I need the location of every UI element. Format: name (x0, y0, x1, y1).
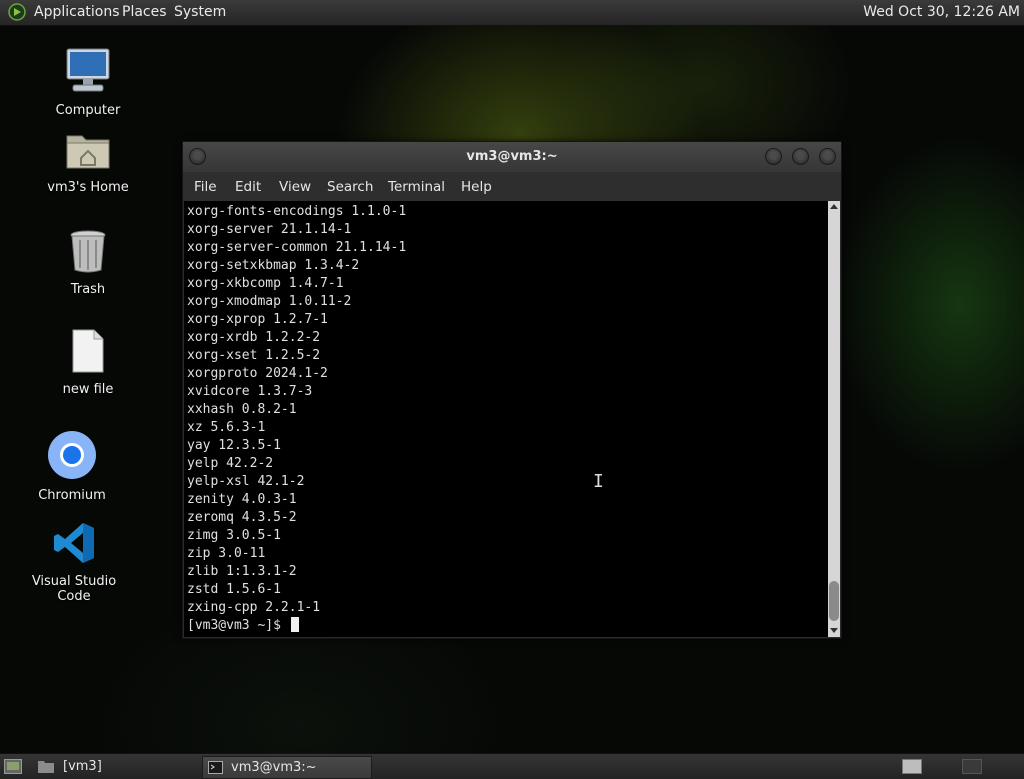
taskbar-item-label: [vm3] (63, 759, 102, 774)
terminal-line: xorg-xset 1.2.5-2 (187, 348, 321, 363)
terminal-line: zstd 1.5.6-1 (187, 582, 281, 597)
desktop-icon-trash[interactable]: Trash (33, 228, 143, 297)
terminal-scrollbar[interactable] (828, 201, 840, 637)
menu-help[interactable]: Help (461, 179, 492, 195)
terminal-line: xvidcore 1.3.7-3 (187, 384, 313, 399)
scroll-down-arrow-icon[interactable] (830, 628, 838, 633)
menu-edit[interactable]: Edit (235, 179, 261, 195)
places-menu[interactable]: Places (122, 4, 167, 20)
folder-icon (38, 761, 54, 773)
vscode-icon (54, 523, 94, 563)
desktop-icon-new-file[interactable]: new file (33, 328, 143, 397)
prompt-line[interactable]: [vm3@vm3 ~]$ (187, 617, 406, 635)
show-desktop-icon[interactable] (4, 759, 22, 774)
bottom-panel: [vm3] vm3@vm3:~ (0, 753, 1024, 779)
terminal-line: yelp 42.2-2 (187, 456, 274, 471)
desktop-icon-label: vm3's Home (47, 180, 129, 195)
terminal-line: zeromq 4.3.5-2 (187, 510, 297, 525)
trash-icon (70, 230, 106, 273)
desktop-icon-home[interactable]: vm3's Home (33, 128, 143, 195)
taskbar-item-files[interactable]: [vm3] (32, 756, 197, 777)
distro-logo-icon[interactable] (8, 3, 26, 21)
terminal-line: zlib 1:1.3.1-2 (187, 564, 297, 579)
text-cursor (290, 617, 299, 632)
terminal-line: xz 5.6.3-1 (187, 420, 266, 435)
terminal-line: yelp-xsl 42.1-2 (187, 474, 305, 489)
workspace-2-icon[interactable] (962, 759, 982, 774)
minimize-button[interactable] (765, 148, 782, 165)
shell-prompt: [vm3@vm3 ~]$ (187, 618, 289, 633)
terminal-line: xorg-setxkbmap 1.3.4-2 (187, 258, 360, 273)
menu-terminal[interactable]: Terminal (388, 179, 445, 195)
terminal-icon (208, 761, 223, 774)
terminal-line: xorg-server 21.1.14-1 (187, 222, 352, 237)
scroll-up-arrow-icon[interactable] (830, 204, 838, 209)
terminal-window[interactable]: vm3@vm3:~ File Edit View Search Terminal… (182, 141, 842, 639)
desktop-icon-label: Chromium (38, 488, 106, 503)
terminal-line: xxhash 0.8.2-1 (187, 402, 297, 417)
terminal-line: zenity 4.0.3-1 (187, 492, 297, 507)
terminal-output[interactable]: xorg-fonts-encodings 1.1.0-1 xorg-server… (184, 201, 828, 637)
computer-icon (66, 48, 110, 92)
close-button[interactable] (819, 148, 836, 165)
terminal-line: xorg-xprop 1.2.7-1 (187, 312, 328, 327)
menu-view[interactable]: View (279, 179, 311, 195)
terminal-line: xorg-server-common 21.1.14-1 (187, 240, 407, 255)
terminal-menubar: File Edit View Search Terminal Help (183, 172, 841, 201)
desktop-icon-computer[interactable]: Computer (33, 45, 143, 118)
desktop-icon-label: Visual Studio Code (31, 574, 117, 604)
terminal-line: zxing-cpp 2.2.1-1 (187, 600, 321, 615)
home-folder-icon (66, 135, 110, 169)
terminal-line: xorg-xkbcomp 1.4.7-1 (187, 276, 344, 291)
terminal-line: xorg-fonts-encodings 1.1.0-1 (187, 204, 407, 219)
taskbar-item-label: vm3@vm3:~ (231, 760, 317, 775)
clock[interactable]: Wed Oct 30, 12:26 AM (863, 4, 1020, 20)
ibeam-cursor-icon: I (593, 471, 604, 492)
terminal-line: zip 3.0-11 (187, 546, 266, 561)
workspace-switcher-icon[interactable] (902, 759, 922, 774)
terminal-line: zimg 3.0.5-1 (187, 528, 281, 543)
desktop-icon-chromium[interactable]: Chromium (17, 430, 127, 503)
desktop-icon-vscode[interactable]: Visual Studio Code (19, 520, 129, 604)
terminal-line: xorg-xrdb 1.2.2-2 (187, 330, 321, 345)
window-titlebar[interactable]: vm3@vm3:~ (183, 142, 841, 172)
menu-file[interactable]: File (194, 179, 217, 195)
file-icon (72, 329, 104, 373)
applications-menu[interactable]: Applications (34, 4, 120, 20)
scrollbar-thumb[interactable] (829, 581, 839, 621)
desktop-icon-label: Computer (55, 103, 121, 118)
terminal-line: xorgproto 2024.1-2 (187, 366, 328, 381)
desktop-icon-label: new file (62, 382, 114, 397)
terminal-line: xorg-xmodmap 1.0.11-2 (187, 294, 352, 309)
window-title: vm3@vm3:~ (466, 149, 558, 164)
taskbar-item-terminal[interactable]: vm3@vm3:~ (202, 756, 372, 779)
menu-search[interactable]: Search (327, 179, 373, 195)
maximize-button[interactable] (792, 148, 809, 165)
desktop-icon-label: Trash (70, 282, 106, 297)
chromium-icon (48, 431, 96, 479)
top-panel: Applications Places System Wed Oct 30, 1… (0, 0, 1024, 26)
system-menu[interactable]: System (174, 4, 226, 20)
terminal-line: yay 12.3.5-1 (187, 438, 281, 453)
